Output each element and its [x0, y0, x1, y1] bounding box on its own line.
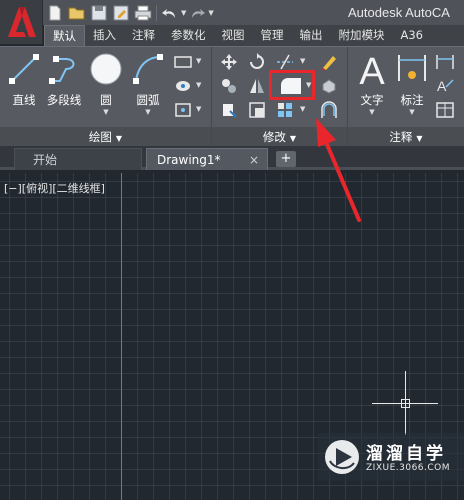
text-tool-button[interactable]: A 文字 ▼	[350, 51, 394, 116]
annotation-panel-label[interactable]: 注释 ▼	[348, 127, 464, 147]
polyline-tool-button[interactable]: 多段线	[44, 51, 84, 108]
modify-panel-title: 修改	[262, 130, 286, 144]
circle-dropdown-icon[interactable]: ▼	[84, 108, 128, 116]
title-bar: ▼ ▼ Autodesk AutoCA	[0, 0, 464, 25]
save-as-icon[interactable]	[110, 2, 132, 24]
rectangle-icon[interactable]	[172, 51, 194, 73]
boundary-icon[interactable]	[172, 99, 194, 121]
application-menu-button[interactable]	[0, 0, 43, 44]
text-dropdown-icon[interactable]: ▼	[350, 108, 394, 116]
draw-panel-expand-icon: ▼	[115, 134, 123, 143]
text-icon: A	[359, 51, 385, 93]
dimension-icon	[398, 55, 426, 81]
svg-text:A: A	[437, 78, 447, 94]
tab-output[interactable]: 输出	[292, 25, 331, 46]
annotation-panel: A 文字 ▼ 标注 ▼ A 注释 ▼	[348, 47, 464, 147]
annotation-panel-expand-icon: ▼	[416, 134, 423, 143]
arc-tool-button[interactable]: 圆弧 ▼	[126, 51, 170, 116]
draw-panel: 直线 多段线 圆 ▼ 圆弧 ▼ ▼ ▼ ▼ 绘图 ▼	[0, 47, 212, 147]
circle-tool-label: 圆	[100, 93, 112, 107]
circle-icon	[90, 53, 122, 85]
hatch-icon[interactable]	[172, 75, 194, 97]
multileader-icon[interactable]: A	[434, 75, 456, 97]
copy-icon[interactable]	[218, 75, 240, 97]
close-icon[interactable]: ×	[249, 149, 259, 171]
tab-parametric[interactable]: 参数化	[163, 25, 214, 46]
annotation-panel-title: 注释	[389, 130, 413, 144]
explode-icon[interactable]	[318, 75, 340, 97]
dimension-tool-label: 标注	[400, 93, 424, 107]
erase-icon[interactable]	[318, 51, 340, 73]
polyline-icon	[49, 56, 75, 84]
new-tab-button[interactable]: +	[276, 151, 296, 167]
dimension-tool-button[interactable]: 标注 ▼	[390, 51, 434, 116]
ucs-y-axis-line	[121, 173, 122, 500]
array-icon[interactable]	[274, 99, 296, 121]
modify-panel-expand-icon: ▼	[289, 134, 297, 143]
tab-a360[interactable]: A36	[393, 25, 432, 46]
drawing-tab-label: Drawing1*	[157, 153, 221, 167]
mirror-icon[interactable]	[246, 75, 268, 97]
hatch-dropdown-icon[interactable]: ▼	[196, 81, 201, 89]
tab-insert[interactable]: 插入	[85, 25, 124, 46]
start-tab[interactable]: 开始	[14, 148, 142, 170]
line-tool-label: 直线	[12, 93, 36, 107]
quick-access-toolbar: ▼ ▼	[44, 0, 214, 25]
stretch-icon[interactable]	[218, 99, 240, 121]
tab-view[interactable]: 视图	[214, 25, 253, 46]
scale-icon[interactable]	[246, 99, 268, 121]
watermark-title: 溜溜自学	[366, 444, 446, 464]
table-icon[interactable]	[434, 99, 456, 121]
svg-text:A: A	[359, 51, 385, 91]
draw-panel-label[interactable]: 绘图 ▼	[0, 127, 211, 147]
open-folder-icon[interactable]	[66, 2, 88, 24]
new-file-icon[interactable]	[44, 2, 66, 24]
redo-dropdown-icon[interactable]: ▼	[208, 9, 213, 17]
arc-icon	[133, 54, 163, 84]
undo-dropdown-icon[interactable]: ▼	[181, 9, 186, 17]
text-tool-label: 文字	[360, 93, 384, 107]
undo-icon[interactable]	[159, 2, 181, 24]
array-dropdown-icon[interactable]: ▼	[300, 105, 305, 113]
boundary-dropdown-icon[interactable]: ▼	[196, 105, 201, 113]
arc-tool-label: 圆弧	[136, 93, 160, 107]
toolbar-separator	[156, 4, 157, 21]
watermark-url: ZIXUE.3066.COM	[366, 463, 451, 473]
arc-dropdown-icon[interactable]: ▼	[126, 108, 170, 116]
window-title: Autodesk AutoCA	[348, 5, 450, 20]
trim-dropdown-icon[interactable]: ▼	[300, 57, 305, 65]
line-tool-button[interactable]: 直线	[2, 51, 46, 108]
viewport-controls-label[interactable]: [−][俯视][二维线框]	[4, 180, 105, 196]
rectangle-dropdown-icon[interactable]: ▼	[196, 57, 201, 65]
ribbon: 直线 多段线 圆 ▼ 圆弧 ▼ ▼ ▼ ▼ 绘图 ▼ ▼ ▼ 修改 ▼ ▼ A …	[0, 46, 464, 147]
circle-tool-button[interactable]: 圆 ▼	[84, 51, 128, 116]
save-icon[interactable]	[88, 2, 110, 24]
tab-home[interactable]: 默认	[44, 25, 85, 46]
ribbon-tab-bar: 默认 插入 注释 参数化 视图 管理 输出 附加模块 A36	[44, 25, 464, 46]
watermark: 溜溜自学 ZIXUE.3066.COM	[318, 433, 464, 481]
tab-annotate[interactable]: 注释	[124, 25, 163, 46]
tab-manage[interactable]: 管理	[253, 25, 292, 46]
crosshair-pickbox	[401, 399, 410, 408]
modify-panel-label[interactable]: 修改 ▼	[212, 127, 347, 147]
print-icon[interactable]	[132, 2, 154, 24]
polyline-tool-label: 多段线	[46, 93, 82, 107]
document-tab-bar: 开始 Drawing1* × +	[0, 146, 464, 170]
drawing-tab[interactable]: Drawing1* ×	[146, 148, 268, 170]
offset-icon[interactable]	[318, 99, 340, 121]
linear-dimension-icon[interactable]	[434, 51, 456, 73]
dimension-dropdown-icon[interactable]: ▼	[390, 108, 434, 116]
draw-panel-title: 绘图	[88, 130, 112, 144]
rotate-icon[interactable]	[246, 51, 268, 73]
fillet-highlight-box	[269, 70, 315, 100]
redo-icon[interactable]	[186, 2, 208, 24]
move-icon[interactable]	[218, 51, 240, 73]
autocad-logo-icon	[8, 7, 36, 37]
watermark-logo-icon	[325, 440, 359, 474]
tab-addins[interactable]: 附加模块	[331, 25, 393, 46]
line-icon	[9, 54, 39, 84]
